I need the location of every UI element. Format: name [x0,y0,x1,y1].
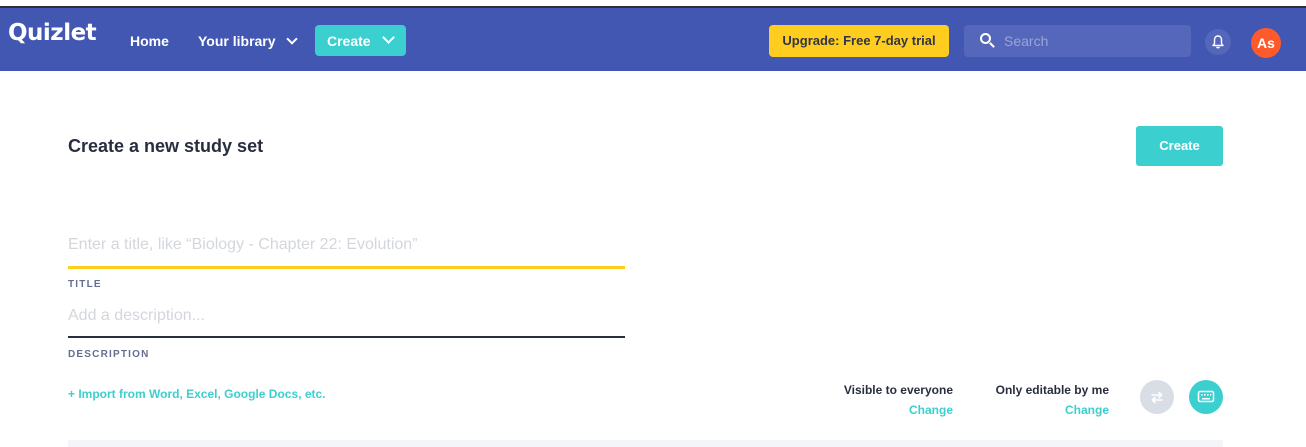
description-label: DESCRIPTION [68,349,150,360]
bell-icon [1212,35,1224,49]
editability-setting: Only editable by me Change [996,383,1109,417]
page-title: Create a new study set [68,136,264,156]
title-input[interactable] [68,236,625,254]
title-field [68,236,625,269]
nav-your-library-label: Your library [198,33,276,49]
description-field [68,307,625,338]
chevron-down-icon [286,33,299,45]
search-input[interactable] [1004,32,1174,50]
nav-create-menu-button[interactable]: Create [315,25,406,56]
description-input[interactable] [68,307,625,325]
nav-create-label: Create [327,33,371,49]
keyboard-shortcuts-button[interactable] [1189,380,1223,414]
search-icon [980,33,995,48]
description-underline [68,336,625,338]
editability-change-link[interactable]: Change [996,403,1109,417]
notifications-button[interactable] [1205,29,1231,55]
import-link[interactable]: + Import from Word, Excel, Google Docs, … [68,387,326,401]
user-avatar[interactable]: As [1251,28,1281,58]
title-underline [68,266,625,269]
keyboard-icon [1197,390,1215,403]
nav-your-library-menu[interactable]: Your library [198,33,299,49]
swap-icon [1151,391,1163,404]
swap-terms-button[interactable] [1140,380,1174,414]
search-box[interactable] [964,25,1191,57]
quizlet-logo[interactable]: Quizlet [8,20,97,46]
editability-label: Only editable by me [995,383,1109,397]
create-set-button[interactable]: Create [1136,126,1223,166]
title-label: TITLE [68,279,102,290]
upgrade-trial-button[interactable]: Upgrade: Free 7-day trial [769,25,949,57]
visibility-setting: Visible to everyone Change [844,383,953,417]
terms-section-edge [68,440,1223,447]
visibility-change-link[interactable]: Change [844,403,953,417]
chevron-down-icon [382,31,396,44]
visibility-label: Visible to everyone [843,383,953,397]
nav-home-link[interactable]: Home [130,33,169,49]
